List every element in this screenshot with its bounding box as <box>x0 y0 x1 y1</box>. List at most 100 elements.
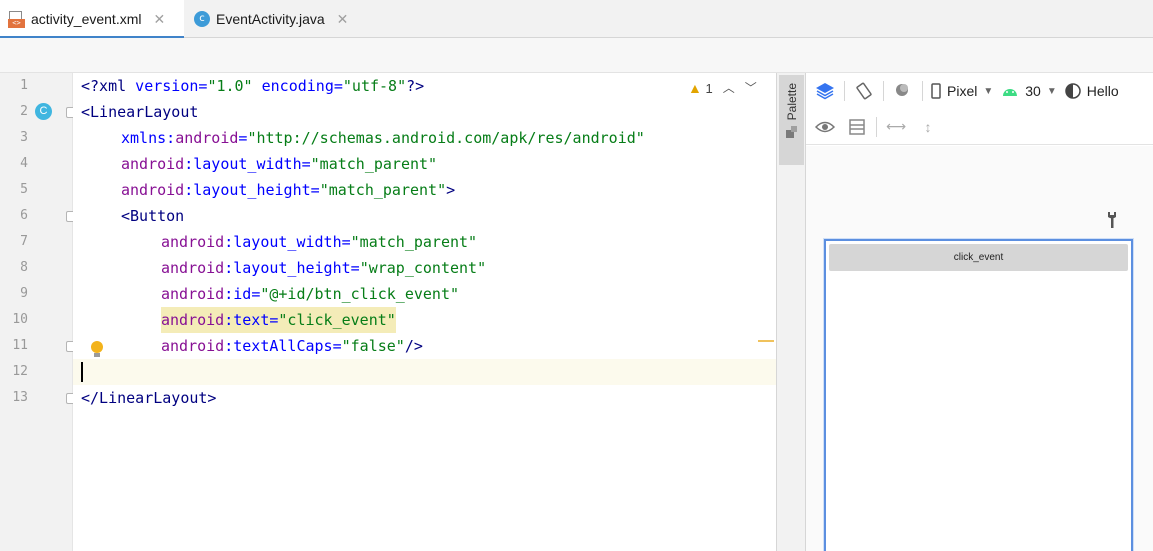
toolbar-separator <box>876 116 877 137</box>
code-editor[interactable]: <?xml version="1.0" encoding="utf-8"?> <… <box>73 73 776 551</box>
wrench-icon[interactable] <box>1106 211 1118 233</box>
line-number: 3 <box>20 130 28 145</box>
warning-stripe-marker[interactable] <box>758 340 774 342</box>
palette-strip: Palette <box>776 73 806 551</box>
attr-value: "false" <box>341 337 405 355</box>
line-number: 5 <box>20 182 28 197</box>
close-icon[interactable]: ✕ <box>337 11 349 28</box>
close-icon[interactable]: ✕ <box>153 11 165 28</box>
code-line: android:layout_height="wrap_content" <box>73 255 776 281</box>
android-ns: android <box>161 337 225 355</box>
line-number: 1 <box>20 78 28 93</box>
night-mode-icon[interactable] <box>890 78 916 104</box>
android-ns: android <box>121 181 185 199</box>
namespace-uri: "http://schemas.android.com/apk/res/andr… <box>247 129 645 147</box>
text-caret <box>81 362 83 382</box>
preview-button[interactable]: click_event <box>829 244 1128 271</box>
toolbar-separator <box>922 81 923 101</box>
theme-icon <box>1065 83 1081 99</box>
line-number: 6 <box>20 208 28 223</box>
equals-sign: = <box>251 285 261 303</box>
device-name: Pixel <box>947 83 978 99</box>
line-number: 7 <box>20 234 28 249</box>
xml-version-value: "1.0" <box>207 77 253 95</box>
next-highlight-icon[interactable]: ﹀ <box>745 79 757 96</box>
xml-file-icon: <> <box>8 10 25 28</box>
design-toolbar-secondary: ⟷ ↕ <box>806 109 1153 145</box>
xml-encoding-value: "utf-8" <box>342 77 407 95</box>
api-level: 30 <box>1025 83 1041 99</box>
xml-version-attr: version= <box>126 77 208 95</box>
tag-self-close: /> <box>404 337 423 355</box>
code-line: android:text="click_event" <box>73 307 776 333</box>
android-ns: android <box>161 311 225 329</box>
palette-tool-tab[interactable]: Palette <box>779 75 804 165</box>
inspection-widget[interactable]: ▲ 1 ︿ ﹀ <box>688 79 757 96</box>
code-line: android:layout_width="match_parent" <box>73 229 776 255</box>
chevron-down-icon: ▼ <box>983 85 994 97</box>
xmlns-android: android <box>175 129 239 147</box>
line-number: 10 <box>12 312 28 327</box>
attr-value: "match_parent" <box>319 181 447 199</box>
button-open-tag: <Button <box>121 207 185 225</box>
linearlayout-close-tag: </LinearLayout> <box>81 389 217 407</box>
tab-label: EventActivity.java <box>216 11 325 27</box>
attr-value: "match_parent" <box>310 155 438 173</box>
attr-layout-width: :layout_width <box>184 155 302 173</box>
horizontal-resize-icon[interactable]: ⟷ <box>883 114 909 140</box>
equals-sign: = <box>341 233 351 251</box>
code-line: <?xml version="1.0" encoding="utf-8"?> <box>73 73 776 99</box>
attr-value: "@+id/btn_click_event" <box>260 285 460 303</box>
phone-icon <box>931 83 941 99</box>
device-dropdown[interactable]: Pixel ▼ <box>931 83 993 99</box>
attr-value: "click_event" <box>278 311 396 329</box>
editor-gutter: 1 2 3 4 5 6 7 8 9 10 11 12 13 C <box>0 73 77 551</box>
android-icon <box>1003 89 1018 96</box>
xml-declaration-close: ?> <box>406 77 425 95</box>
equals-sign: = <box>332 337 342 355</box>
eye-icon[interactable] <box>812 114 838 140</box>
design-canvas[interactable]: click_event <box>806 146 1153 551</box>
vertical-resize-icon[interactable]: ↕ <box>915 114 941 140</box>
xmlns-prefix: xmlns: <box>121 129 176 147</box>
android-ns: android <box>161 233 225 251</box>
warning-counter[interactable]: ▲ 1 <box>688 80 713 96</box>
line-number: 11 <box>12 338 28 353</box>
lightbulb-icon[interactable] <box>90 341 104 359</box>
code-line: </LinearLayout> <box>73 385 776 411</box>
warning-icon: ▲ <box>688 79 702 96</box>
xml-declaration-open: <?xml <box>81 77 127 95</box>
equals-sign: = <box>310 181 320 199</box>
api-level-dropdown[interactable]: 30 ▼ <box>1001 83 1057 99</box>
design-toolbar: Pixel ▼ 30 ▼ Hello <box>806 73 1153 109</box>
attr-text-all-caps: :textAllCaps <box>224 337 333 355</box>
line-number: 8 <box>20 260 28 275</box>
palette-label: Palette <box>784 83 799 121</box>
attr-layout-height: :layout_height <box>224 259 351 277</box>
attr-layout-height: :layout_height <box>184 181 311 199</box>
tag-close: > <box>446 181 456 199</box>
tab-event-activity-java[interactable]: c EventActivity.java ✕ <box>186 0 362 38</box>
attr-layout-width: :layout_width <box>224 233 342 251</box>
layers-icon[interactable] <box>812 78 838 104</box>
attr-value: "match_parent" <box>350 233 478 251</box>
line-number: 9 <box>20 286 28 301</box>
theme-dropdown[interactable]: Hello <box>1065 83 1119 99</box>
orientation-icon[interactable] <box>851 78 877 104</box>
toolbar-separator <box>883 81 884 101</box>
equals-sign: = <box>350 259 360 277</box>
blueprint-icon[interactable] <box>844 114 870 140</box>
palette-icon <box>785 126 798 139</box>
android-ns: android <box>161 259 225 277</box>
previous-highlight-icon[interactable]: ︿ <box>723 79 735 96</box>
android-ns: android <box>161 285 225 303</box>
attr-value: "wrap_content" <box>359 259 487 277</box>
class-reference-gutter-icon[interactable]: C <box>35 103 52 120</box>
tab-label: activity_event.xml <box>31 11 142 27</box>
device-preview[interactable]: click_event <box>824 239 1133 551</box>
line-number: 12 <box>12 364 28 379</box>
breadcrumb-bar <box>0 38 1153 73</box>
toolbar-separator <box>844 81 845 101</box>
tab-activity-event-xml[interactable]: <> activity_event.xml ✕ <box>0 0 184 39</box>
line-number: 4 <box>20 156 28 171</box>
